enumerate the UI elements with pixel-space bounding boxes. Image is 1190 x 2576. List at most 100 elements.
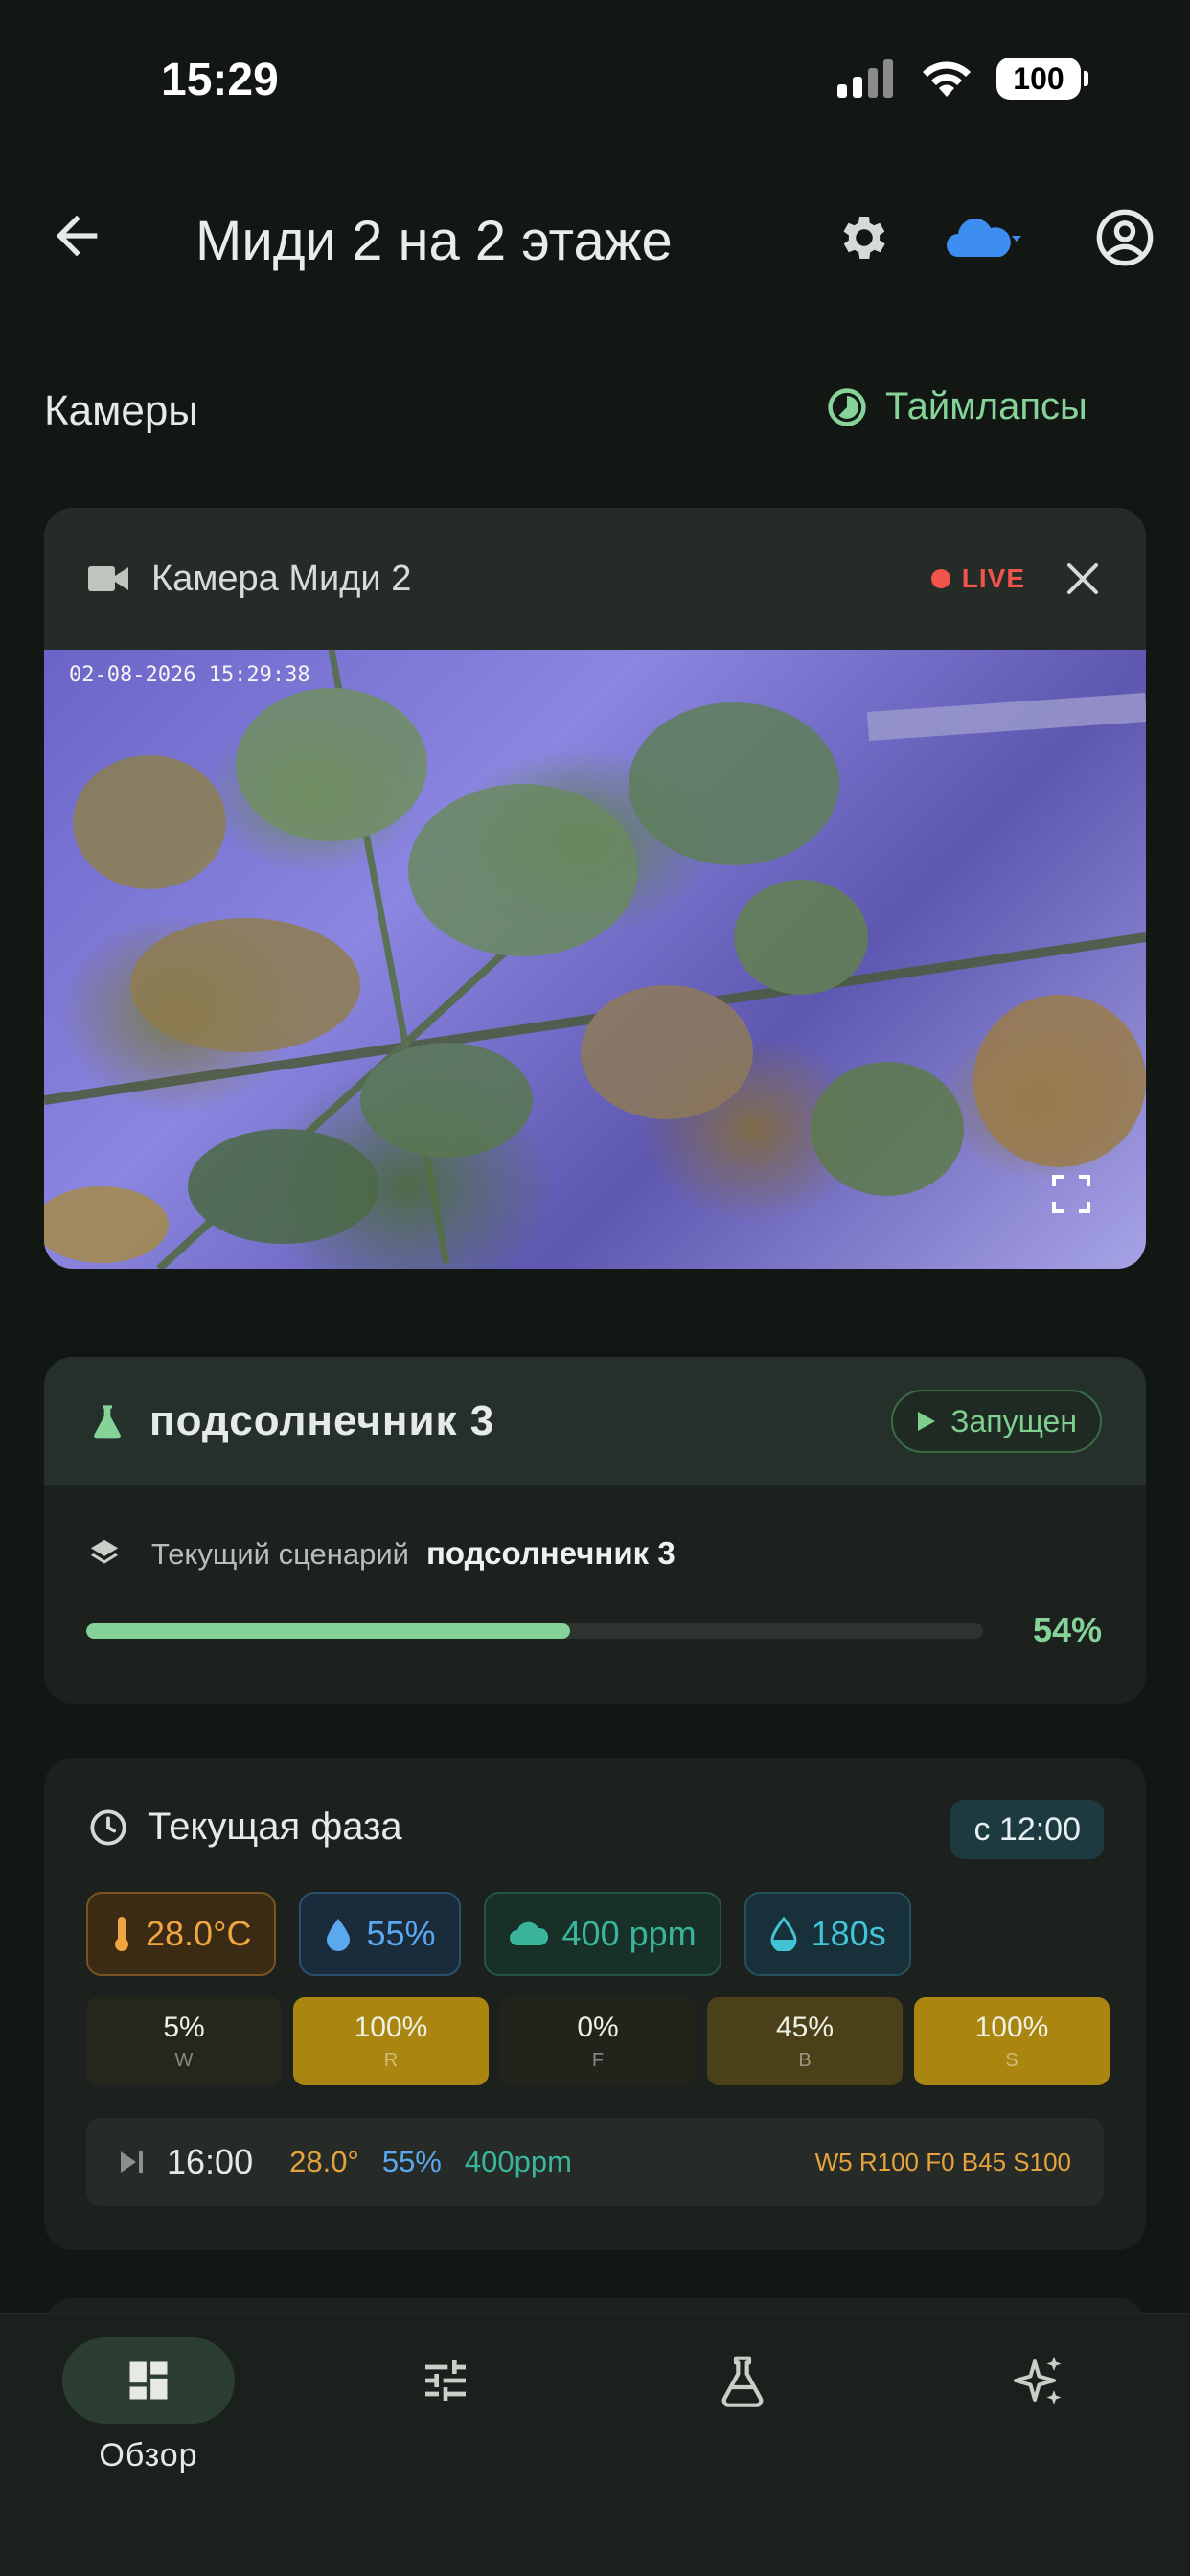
skip-next-icon (121, 2151, 143, 2173)
phase-card: Текущая фаза с 12:00 28.0°C 55% 400 ppm (44, 1758, 1146, 2250)
wifi-icon (923, 61, 971, 97)
settings-button[interactable] (835, 209, 893, 266)
status-badge: Запущен (891, 1390, 1102, 1453)
humidity-value: 55% (366, 1914, 436, 1953)
camera-name: Камера Миди 2 (151, 558, 412, 599)
spectrum-channel-w: 5% W (86, 1997, 282, 2085)
page-title: Миди 2 на 2 этаже (195, 210, 673, 272)
back-button[interactable] (46, 205, 107, 266)
status-label: Запущен (950, 1403, 1077, 1438)
nav-item-ai[interactable] (953, 2337, 1126, 2424)
spectrum-channel-r: 100% R (293, 1997, 489, 2085)
signal-icon (837, 59, 893, 98)
phase-title: Текущая фаза (148, 1806, 402, 1848)
close-icon (1067, 564, 1098, 594)
scenario-label: Текущий сценарий (151, 1537, 409, 1571)
progress-bar (86, 1623, 983, 1639)
watering-chip: 180s (744, 1892, 911, 1976)
camera-timestamp: 02-08-2026 15:29:38 (69, 663, 310, 687)
spectrum-channel-label: W (174, 2049, 194, 2071)
spectrum-channel-f: 0% F (500, 1997, 696, 2085)
spectrum-value: 5% (163, 2011, 205, 2043)
camera-header: Камера Миди 2 LIVE (44, 508, 1146, 650)
nav-item-experiments[interactable] (656, 2337, 829, 2424)
temperature-value: 28.0°C (146, 1914, 252, 1953)
spectrum-channel-b: 45% B (707, 1997, 903, 2085)
live-dot (930, 569, 950, 588)
clock-icon (90, 1808, 126, 1846)
tune-icon (425, 2360, 466, 2401)
spectrum-value: 0% (577, 2011, 619, 2043)
spectrum-channel-label: B (798, 2049, 812, 2071)
timelapses-label: Таймлапсы (885, 385, 1087, 427)
progress-fill (86, 1623, 571, 1639)
status-icons: 100 (837, 58, 1088, 100)
spectrum-channel-label: F (591, 2049, 605, 2071)
layers-icon (90, 1539, 119, 1564)
nav-item-controls[interactable] (359, 2337, 532, 2424)
next-phase-row[interactable]: 16:00 28.0° 55% 400ppm W5 R100 F0 B45 S1… (86, 2118, 1104, 2206)
water-icon (770, 1917, 797, 1951)
temperature-chip: 28.0°C (86, 1892, 277, 1976)
sparkles-icon (1014, 2357, 1062, 2404)
live-badge: LIVE (930, 564, 1025, 594)
co2-chip: 400 ppm (483, 1892, 721, 1976)
nav-pill-overview (62, 2337, 235, 2424)
timelapses-button[interactable]: Таймлапсы (826, 385, 1087, 428)
scenario-row: Текущий сценарий подсолнечник 3 (88, 1535, 675, 1572)
co2-value: 400 ppm (561, 1914, 697, 1953)
phase-start-badge: с 12:00 (950, 1800, 1104, 1859)
timelapse-icon (828, 387, 866, 426)
camera-feed[interactable]: 02-08-2026 15:29:38 (44, 650, 1146, 1269)
account-icon (1096, 209, 1154, 266)
humidity-chip: 55% (299, 1892, 461, 1976)
flask-icon (94, 1405, 121, 1439)
experiment-name: подсолнечник 3 (149, 1397, 495, 1444)
account-button[interactable] (1094, 207, 1156, 268)
experiment-header: подсолнечник 3 Запущен (44, 1357, 1146, 1485)
gear-icon (843, 217, 885, 259)
metric-row: 28.0°C 55% 400 ppm 180s (86, 1892, 911, 1976)
spectrum-value: 100% (974, 2011, 1049, 2043)
next-phase-humidity: 55% (381, 2145, 442, 2178)
thermometer-icon (115, 1917, 128, 1951)
nav-item-overview[interactable]: Обзор (62, 2337, 235, 2474)
back-arrow-icon (56, 215, 98, 257)
spectrum-row: 5% W 100% R 0% F 45% B 100% S (86, 1997, 1110, 2085)
spectrum-value: 45% (775, 2011, 835, 2043)
bottom-navigation: Обзор (0, 2313, 1190, 2576)
fullscreen-icon[interactable] (1050, 1173, 1092, 1215)
next-phase-spectrum: W5 R100 F0 B45 S100 (814, 2147, 1071, 2176)
droplet-icon (327, 1919, 351, 1951)
close-camera-button[interactable] (1064, 560, 1102, 598)
scenario-value: подсолнечник 3 (425, 1535, 675, 1571)
watering-value: 180s (811, 1914, 886, 1953)
cloud-sync-button[interactable] (945, 213, 1041, 266)
live-label: LIVE (961, 564, 1025, 593)
spectrum-channel-label: S (1005, 2049, 1018, 2071)
dashboard-icon (129, 2361, 168, 2400)
status-time: 15:29 (161, 55, 279, 105)
phase-title-row: Текущая фаза (88, 1806, 402, 1849)
videocam-icon (88, 566, 128, 591)
cloud-icon (947, 218, 1021, 257)
nav-pill-controls (359, 2337, 532, 2424)
camera-card: Камера Миди 2 LIVE 02-08-2026 15:29:38 (44, 508, 1146, 1269)
cloud-icon (509, 1921, 548, 1945)
next-phase-co2: 400ppm (464, 2145, 572, 2178)
spectrum-channel-s: 100% S (914, 1997, 1110, 2085)
section-title-cameras: Камеры (44, 387, 198, 434)
camera-feed-image (44, 650, 1146, 1269)
next-phase-time: 16:00 (167, 2142, 254, 2181)
nav-pill-ai (953, 2337, 1126, 2424)
nav-label-overview: Обзор (99, 2437, 198, 2473)
flask-icon (721, 2356, 764, 2407)
experiment-card[interactable]: подсолнечник 3 Запущен Текущий сценарий … (44, 1357, 1146, 1704)
next-phase-temperature: 28.0° (289, 2145, 359, 2178)
progress-percent: 54% (1032, 1610, 1102, 1649)
nav-pill-experiments (656, 2337, 829, 2424)
spectrum-channel-label: R (383, 2049, 399, 2071)
spectrum-value: 100% (354, 2011, 428, 2043)
battery-indicator: 100 (996, 58, 1088, 100)
play-icon (918, 1412, 936, 1431)
